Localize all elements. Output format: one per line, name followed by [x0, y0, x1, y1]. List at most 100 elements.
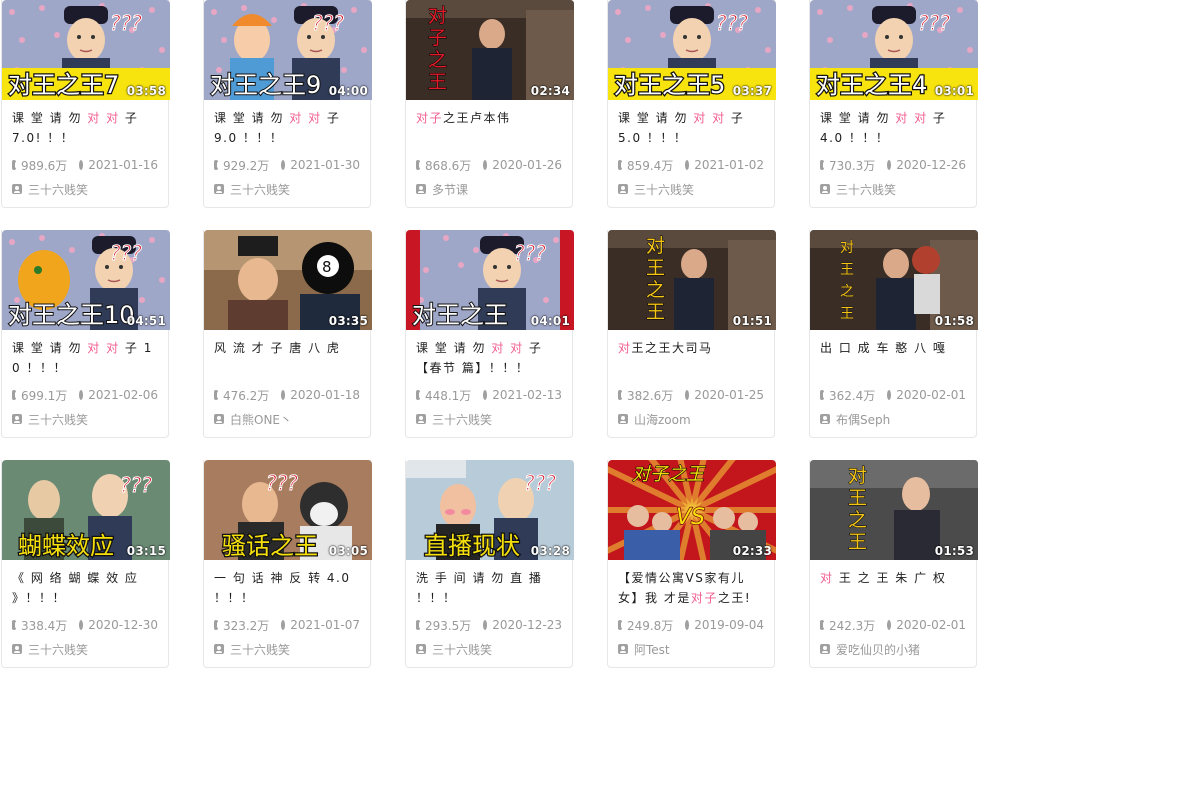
- video-card[interactable]: ??? 直播现状 03:28 洗 手 间 请 勿 直 播 ！！！ 293.5万 20…: [405, 460, 574, 668]
- play-count: 242.3万: [828, 618, 876, 633]
- uploader[interactable]: 三十六贱笑: [214, 180, 360, 198]
- video-title[interactable]: 【爱情公寓VS家有儿女】我 才是对子之王!: [618, 568, 764, 608]
- clock-icon: [685, 390, 693, 400]
- svg-text:子: 子: [428, 27, 447, 49]
- uploader[interactable]: 三十六贱笑: [214, 640, 360, 658]
- uploader-name[interactable]: 三十六贱笑: [28, 411, 88, 428]
- uploader[interactable]: 布偶Seph: [820, 410, 966, 428]
- uploader[interactable]: 山海zoom: [618, 410, 764, 428]
- video-thumbnail[interactable]: ??? 对王之王10 04:51: [2, 230, 170, 330]
- uploader[interactable]: 三十六贱笑: [416, 640, 562, 658]
- video-duration: 03:05: [328, 544, 368, 558]
- clock-icon: [281, 390, 289, 400]
- video-thumbnail[interactable]: 对王之王 01:53: [810, 460, 978, 560]
- title-text: 风 流 才 子 唐 八 虎: [214, 341, 341, 355]
- uploader[interactable]: 三十六贱笑: [12, 180, 158, 198]
- video-card[interactable]: 对王之王 01:51 对王之王大司马 382.6万 2020-01-25 山海zo…: [607, 230, 776, 438]
- title-keyword-highlight: 对子: [416, 111, 444, 125]
- uploader[interactable]: 三十六贱笑: [618, 180, 764, 198]
- video-card[interactable]: 对王之王 01:53 对 王 之 王 朱 广 权 242.3万 2020-02-0…: [809, 460, 978, 668]
- uploader-name[interactable]: 三十六贱笑: [634, 181, 694, 198]
- video-thumbnail[interactable]: 对子之王 02:34: [406, 0, 574, 100]
- video-title[interactable]: 对子之王卢本伟: [416, 108, 562, 148]
- video-card[interactable]: ??? 对王之王4 03:01 课 堂 请 勿 对 对 子 4.0 ！！！ 730.…: [809, 0, 978, 208]
- uploader[interactable]: 白熊ONE丶: [214, 410, 360, 428]
- video-thumbnail[interactable]: ??? 骚话之王 03:05: [204, 460, 372, 560]
- video-card[interactable]: ??? 骚话之王 03:05 一 句 话 神 反 转 4.0 ！！！ 323.2万 …: [203, 460, 372, 668]
- svg-text:对王之王4: 对王之王4: [816, 71, 927, 99]
- uploader-name[interactable]: 三十六贱笑: [836, 181, 896, 198]
- video-thumbnail[interactable]: 8 03:35: [204, 230, 372, 330]
- svg-text:???: ???: [312, 11, 344, 35]
- video-thumbnail[interactable]: ??? 对王之王7 03:58: [2, 0, 170, 100]
- video-card[interactable]: 对子之王 02:34 对子之王卢本伟 868.6万 2020-01-26 多节课: [405, 0, 574, 208]
- video-stats: 868.6万 2020-01-26: [416, 156, 562, 174]
- video-card[interactable]: ??? 对王之王10 04:51 课 堂 请 勿 对 对 子 10 ！！！ 699.…: [1, 230, 170, 438]
- upload-date: 2020-01-25: [694, 388, 764, 402]
- uploader[interactable]: 三十六贱笑: [12, 410, 158, 428]
- svg-text:王: 王: [848, 487, 867, 509]
- video-title[interactable]: 课 堂 请 勿 对 对 子 10 ！！！: [12, 338, 158, 378]
- video-title[interactable]: 课 堂 请 勿 对 对 子 7.0! ！！: [12, 108, 158, 148]
- uploader-name[interactable]: 三十六贱笑: [230, 641, 290, 658]
- video-title[interactable]: 一 句 话 神 反 转 4.0 ！！！: [214, 568, 360, 608]
- video-thumbnail[interactable]: ??? 对王之王 04:01: [406, 230, 574, 330]
- uploader-name[interactable]: 三十六贱笑: [28, 181, 88, 198]
- uploader-icon: [214, 644, 224, 654]
- video-card[interactable]: 对王之王 01:58 出 口 成 车 憨 八 嘎 362.4万 2020-02-0…: [809, 230, 978, 438]
- uploader-name[interactable]: 布偶Seph: [836, 411, 890, 428]
- video-card[interactable]: ??? 对王之王9 04:00 课 堂 请 勿 对 对 子 9.0 ！！！ 929.…: [203, 0, 372, 208]
- video-card[interactable]: ??? 对王之王5 03:37 课 堂 请 勿 对 对 子 5.0 ！！！ 859.…: [607, 0, 776, 208]
- uploader[interactable]: 多节课: [416, 180, 562, 198]
- video-duration: 03:01: [934, 84, 974, 98]
- uploader-name[interactable]: 白熊ONE丶: [230, 411, 292, 428]
- title-keyword-highlight: 对 对: [87, 111, 120, 125]
- video-thumbnail[interactable]: ??? 对王之王9 04:00: [204, 0, 372, 100]
- svg-text:???: ???: [716, 11, 748, 35]
- video-title[interactable]: 《 网 络 蝴 蝶 效 应 》！！！: [12, 568, 158, 608]
- uploader-name[interactable]: 三十六贱笑: [432, 641, 492, 658]
- title-keyword-highlight: 对 对: [289, 111, 322, 125]
- clock-icon: [483, 620, 491, 630]
- video-title[interactable]: 风 流 才 子 唐 八 虎: [214, 338, 360, 378]
- video-title[interactable]: 出 口 成 车 憨 八 嘎: [820, 338, 966, 378]
- video-thumbnail[interactable]: VS 对子之王 02:33: [608, 460, 776, 560]
- uploader-name[interactable]: 阿Test: [634, 641, 670, 658]
- video-card[interactable]: ??? 对王之王7 03:58 课 堂 请 勿 对 对 子 7.0! ！！ 989.…: [1, 0, 170, 208]
- video-thumbnail[interactable]: ??? 对王之王4 03:01: [810, 0, 978, 100]
- video-card[interactable]: VS 对子之王 02:33 【爱情公寓VS家有儿女】我 才是对子之王! 249.8万…: [607, 460, 776, 668]
- video-thumbnail[interactable]: ??? 直播现状 03:28: [406, 460, 574, 560]
- video-card[interactable]: 8 03:35 风 流 才 子 唐 八 虎 476.2万 2020-01-18 白…: [203, 230, 372, 438]
- uploader-name[interactable]: 三十六贱笑: [28, 641, 88, 658]
- video-card[interactable]: ??? 对王之王 04:01 课 堂 请 勿 对 对 子 【春节 篇】！！！ 448…: [405, 230, 574, 438]
- video-thumbnail[interactable]: 对王之王 01:51: [608, 230, 776, 330]
- uploader[interactable]: 三十六贱笑: [12, 640, 158, 658]
- video-thumbnail[interactable]: 对王之王 01:58: [810, 230, 978, 330]
- uploader-name[interactable]: 多节课: [432, 181, 468, 198]
- video-card[interactable]: ??? 蝴蝶效应 03:15 《 网 络 蝴 蝶 效 应 》！！！ 338.4万 2…: [1, 460, 170, 668]
- video-thumbnail[interactable]: ??? 蝴蝶效应 03:15: [2, 460, 170, 560]
- video-title[interactable]: 对 王 之 王 朱 广 权: [820, 568, 966, 608]
- video-title[interactable]: 洗 手 间 请 勿 直 播 ！！！: [416, 568, 562, 608]
- uploader[interactable]: 爱吃仙贝的小猪: [820, 640, 966, 658]
- uploader-icon: [618, 184, 628, 194]
- uploader[interactable]: 阿Test: [618, 640, 764, 658]
- uploader[interactable]: 三十六贱笑: [820, 180, 966, 198]
- video-duration: 02:34: [530, 84, 570, 98]
- uploader-name[interactable]: 三十六贱笑: [432, 411, 492, 428]
- uploader-name[interactable]: 爱吃仙贝的小猪: [836, 641, 920, 658]
- video-title[interactable]: 课 堂 请 勿 对 对 子 【春节 篇】！！！: [416, 338, 562, 378]
- video-title[interactable]: 课 堂 请 勿 对 对 子 5.0 ！！！: [618, 108, 764, 148]
- uploader-name[interactable]: 山海zoom: [634, 411, 691, 428]
- video-title[interactable]: 课 堂 请 勿 对 对 子 4.0 ！！！: [820, 108, 966, 148]
- video-thumbnail[interactable]: ??? 对王之王5 03:37: [608, 0, 776, 100]
- svg-text:对王之王9: 对王之王9: [210, 71, 321, 99]
- video-title[interactable]: 对王之王大司马: [618, 338, 764, 378]
- uploader-name[interactable]: 三十六贱笑: [230, 181, 290, 198]
- video-title[interactable]: 课 堂 请 勿 对 对 子 9.0 ！！！: [214, 108, 360, 148]
- uploader[interactable]: 三十六贱笑: [416, 410, 562, 428]
- upload-date: 2020-12-30: [88, 618, 158, 632]
- svg-text:之: 之: [646, 279, 665, 301]
- video-stats: 699.1万 2021-02-06: [12, 386, 158, 404]
- upload-date: 2020-12-23: [492, 618, 562, 632]
